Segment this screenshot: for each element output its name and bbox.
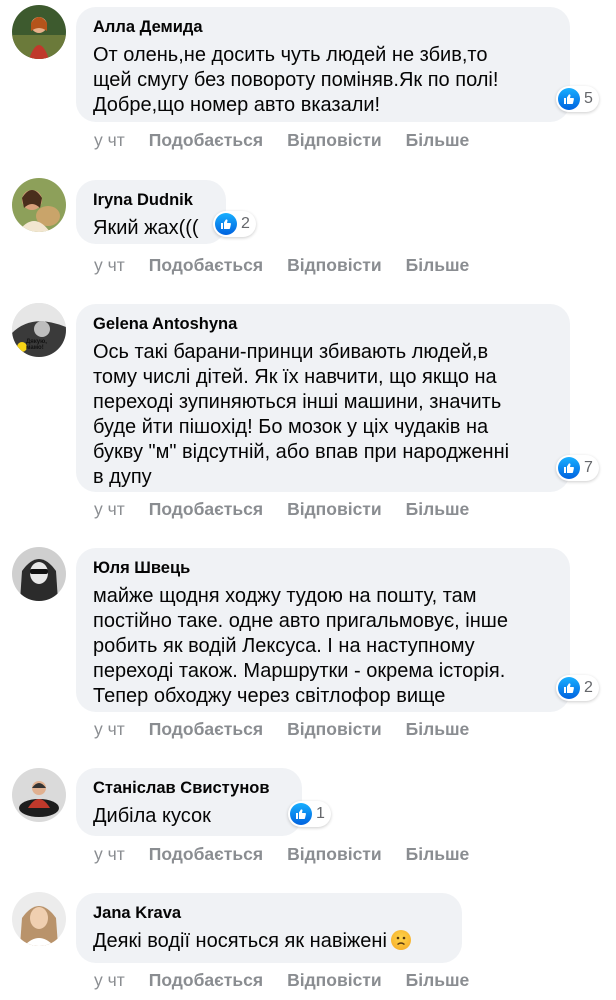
reply-button[interactable]: Відповісти bbox=[287, 843, 382, 865]
avatar[interactable] bbox=[12, 768, 66, 822]
avatar[interactable]: Дякую, мамо! bbox=[12, 303, 66, 357]
timestamp[interactable]: у чт bbox=[94, 969, 125, 991]
comment-actions: у чт Подобається Відповісти Більше bbox=[94, 843, 493, 865]
more-button[interactable]: Більше bbox=[406, 129, 470, 151]
comment-text: майже щодня ходжу тудою на пошту, там по… bbox=[93, 585, 508, 707]
like-count: 5 bbox=[584, 90, 593, 107]
like-count: 2 bbox=[584, 679, 593, 696]
comment-text: Ось такі барани-принци збивають людей,в … bbox=[93, 341, 510, 488]
reaction-count[interactable]: 5 bbox=[556, 86, 599, 112]
timestamp[interactable]: у чт bbox=[94, 843, 125, 865]
like-button[interactable]: Подобається bbox=[149, 969, 263, 991]
author-name[interactable]: Gelena Antoshyna bbox=[93, 314, 554, 334]
like-icon bbox=[558, 88, 580, 110]
comment-text-content: Деякі водії носяться як навіжені bbox=[93, 930, 387, 952]
like-icon bbox=[558, 457, 580, 479]
comment-bubble: Алла Демида От олень,не досить чуть люде… bbox=[76, 7, 570, 122]
comment-bubble: Jana Krava Деякі водії носяться як навіж… bbox=[76, 893, 462, 963]
comment-actions: у чт Подобається Відповісти Більше bbox=[94, 969, 493, 991]
like-icon bbox=[558, 677, 580, 699]
avatar[interactable] bbox=[12, 547, 66, 601]
author-name[interactable]: Юля Швець bbox=[93, 558, 554, 578]
more-button[interactable]: Більше bbox=[406, 254, 470, 276]
comment-actions: у чт Подобається Відповісти Більше bbox=[94, 498, 493, 520]
comment-text: Дибіла кусок bbox=[93, 805, 211, 827]
like-count: 2 bbox=[241, 215, 250, 232]
comment-bubble: Юля Швець майже щодня ходжу тудою на пош… bbox=[76, 548, 570, 712]
like-button[interactable]: Подобається bbox=[149, 129, 263, 151]
comment-text: Деякі водії носяться як навіжені bbox=[93, 929, 446, 954]
avatar[interactable] bbox=[12, 178, 66, 232]
comment-text: Який жах((( bbox=[93, 217, 199, 239]
reaction-count[interactable]: 2 bbox=[213, 211, 256, 237]
timestamp[interactable]: у чт bbox=[94, 718, 125, 740]
comment-actions: у чт Подобається Відповісти Більше bbox=[94, 718, 493, 740]
like-icon bbox=[290, 803, 312, 825]
like-button[interactable]: Подобається bbox=[149, 498, 263, 520]
like-button[interactable]: Подобається bbox=[149, 843, 263, 865]
reply-button[interactable]: Відповісти bbox=[287, 498, 382, 520]
author-name[interactable]: Iryna Dudnik bbox=[93, 190, 210, 210]
timestamp[interactable]: у чт bbox=[94, 129, 125, 151]
like-button[interactable]: Подобається bbox=[149, 254, 263, 276]
more-button[interactable]: Більше bbox=[406, 498, 470, 520]
like-button[interactable]: Подобається bbox=[149, 718, 263, 740]
author-name[interactable]: Алла Демида bbox=[93, 17, 554, 37]
comment-bubble: Gelena Antoshyna Ось такі барани-принци … bbox=[76, 304, 570, 492]
comment-bubble: Станіслав Свистунов Дибіла кусок bbox=[76, 768, 302, 836]
comment-text: От олень,не досить чуть людей не збив,то… bbox=[93, 44, 499, 116]
like-count: 7 bbox=[584, 459, 593, 476]
author-name[interactable]: Станіслав Свистунов bbox=[93, 778, 286, 798]
reply-button[interactable]: Відповісти bbox=[287, 129, 382, 151]
comment-actions: у чт Подобається Відповісти Більше bbox=[94, 254, 493, 276]
more-button[interactable]: Більше bbox=[406, 718, 470, 740]
reply-button[interactable]: Відповісти bbox=[287, 254, 382, 276]
avatar[interactable] bbox=[12, 892, 66, 946]
reaction-count[interactable]: 2 bbox=[556, 675, 599, 701]
more-button[interactable]: Більше bbox=[406, 969, 470, 991]
like-count: 1 bbox=[316, 805, 325, 822]
comment-bubble: Iryna Dudnik Який жах((( bbox=[76, 180, 226, 244]
comment-actions: у чт Подобається Відповісти Більше bbox=[94, 129, 493, 151]
timestamp[interactable]: у чт bbox=[94, 498, 125, 520]
reaction-count[interactable]: 7 bbox=[556, 455, 599, 481]
reaction-count[interactable]: 1 bbox=[288, 801, 331, 827]
author-name[interactable]: Jana Krava bbox=[93, 903, 446, 923]
avatar-badge: Дякую, мамо! bbox=[26, 339, 47, 351]
reply-button[interactable]: Відповісти bbox=[287, 718, 382, 740]
sad-face-emoji-icon bbox=[390, 930, 411, 950]
like-icon bbox=[215, 213, 237, 235]
avatar[interactable] bbox=[12, 5, 66, 59]
timestamp[interactable]: у чт bbox=[94, 254, 125, 276]
reply-button[interactable]: Відповісти bbox=[287, 969, 382, 991]
more-button[interactable]: Більше bbox=[406, 843, 470, 865]
